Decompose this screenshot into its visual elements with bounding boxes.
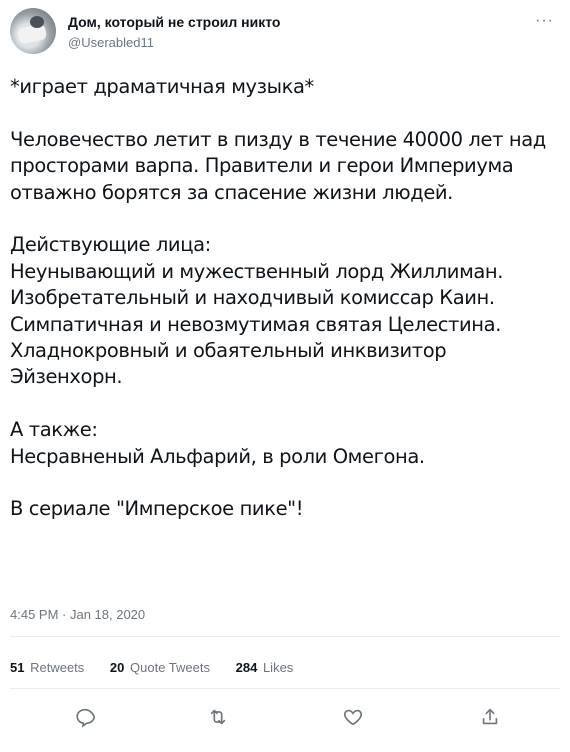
divider <box>10 636 560 637</box>
tweet-header: Дом, который не строил никто @Userabled1… <box>10 8 560 56</box>
tweet-text: *играет драматичная музыка* Человечество … <box>10 74 560 523</box>
tweet-text-line: Действующие лица: <box>10 233 211 257</box>
tweet-text-line: Неунывающий и мужественный лорд Жиллиман… <box>10 259 504 283</box>
retweet-icon <box>210 709 226 725</box>
quote-tweets-count: 20 <box>109 660 125 675</box>
avatar[interactable] <box>10 8 56 54</box>
tweet-text-line <box>10 391 560 417</box>
tweet-text-line <box>10 100 560 126</box>
tweet-text-line <box>10 470 560 496</box>
retweets-stat[interactable]: 51 Retweets <box>10 660 84 675</box>
tweet-text-line: отважно борятся за спасение жизни людей. <box>10 180 453 204</box>
like-icon <box>343 709 363 726</box>
tweet-text-line: Эйзенхорн. <box>10 365 123 389</box>
likes-label: Likes <box>262 660 294 675</box>
retweets-count: 51 <box>10 660 25 675</box>
author-name[interactable]: Дом, который не строил никто <box>68 14 280 30</box>
tweet-text-line: Изобретательный и находчивый комиссар Ка… <box>10 286 495 310</box>
tweet-text-line: Человечество летит в пизду в течение 400… <box>10 127 546 151</box>
tweet-actions <box>0 702 570 738</box>
like-button[interactable] <box>338 702 368 732</box>
tweet-text-line: Симпатичная и невозмутимая святая Целест… <box>10 312 501 336</box>
tweet-text-line: Несравненый Альфарий, в роли Омегона. <box>10 444 425 468</box>
likes-count: 284 <box>235 660 258 675</box>
quote-tweets-stat[interactable]: 20 Quote Tweets <box>110 660 210 675</box>
tweet-text-line: Хладнокровный и обаятельный инквизитор <box>10 339 447 363</box>
tweet-text-line: А также: <box>10 418 98 442</box>
divider <box>10 688 560 689</box>
likes-stat[interactable]: 284 Likes <box>236 660 294 675</box>
share-button[interactable] <box>475 702 505 732</box>
retweets-label: Retweets <box>30 660 85 675</box>
tweet-timestamp[interactable]: 4:45 PM · Jan 18, 2020 <box>10 607 145 622</box>
retweet-button[interactable] <box>203 702 233 732</box>
more-options-icon[interactable]: ··· <box>535 12 554 30</box>
tweet-stats: 51 Retweets 20 Quote Tweets 284 Likes <box>10 660 315 675</box>
reply-icon <box>76 708 95 728</box>
tweet-card: Дом, который не строил никто @Userabled1… <box>0 0 570 752</box>
share-icon <box>482 708 498 725</box>
reply-button[interactable] <box>70 702 100 732</box>
tweet-text-line: просторами варпа. Правители и герои Импе… <box>10 154 514 178</box>
quote-tweets-label: Quote Tweets <box>130 660 210 675</box>
tweet-text-line <box>10 206 560 232</box>
tweet-text-line: *играет драматичная музыка* <box>10 75 314 98</box>
tweet-text-line: В сериале "Имперское пике"! <box>10 497 304 521</box>
author-handle[interactable]: @Userabled11 <box>68 35 154 50</box>
